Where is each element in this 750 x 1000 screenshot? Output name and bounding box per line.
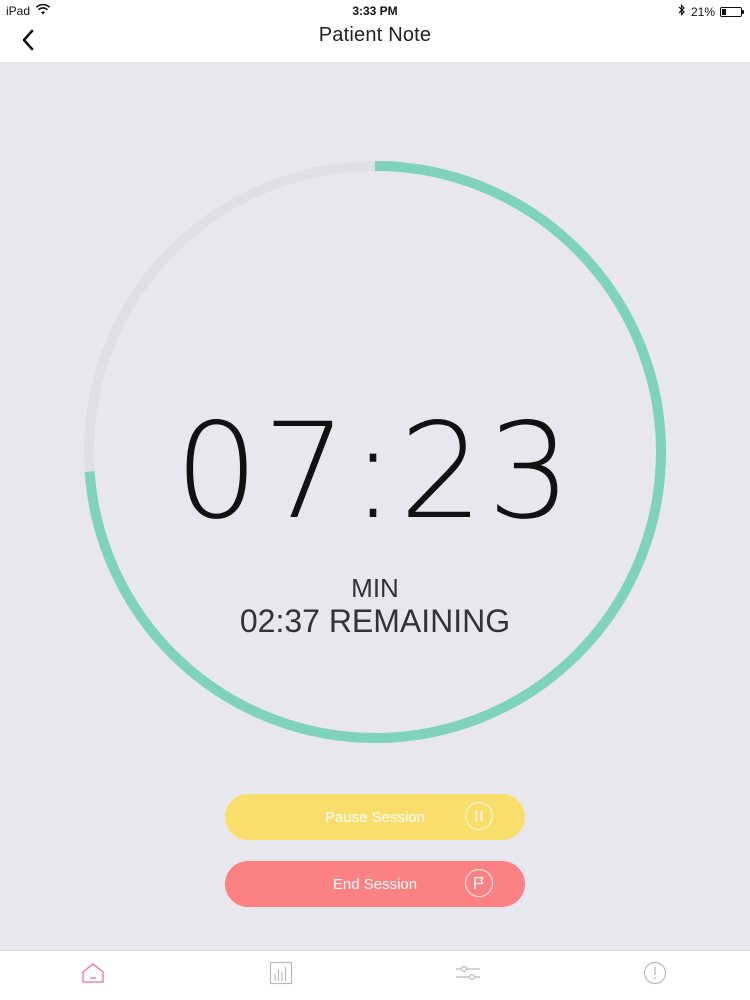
remaining-time: 02:37 REMAINING [239,603,511,639]
end-session-button[interactable]: End Session [225,861,525,907]
status-bar: iPad 3:33 PM 21% [0,0,750,22]
flag-icon [465,869,493,897]
tab-stats[interactable] [261,957,301,993]
tab-home[interactable] [73,957,113,993]
status-right: 21% [678,4,744,19]
elapsed-time: 07:23 [174,395,576,549]
page-title: Patient Note [318,24,432,46]
tab-info[interactable] [635,957,675,993]
time-unit-label: MIN [351,573,399,603]
nav-bar: Patient Note [0,22,750,63]
chart-icon [269,961,293,990]
info-icon [643,961,667,990]
pause-session-button[interactable]: Pause Session [225,794,525,840]
pause-icon [465,802,493,830]
battery-fill [722,8,726,15]
end-session-label: End Session [332,875,418,893]
tab-settings[interactable] [448,957,488,993]
home-icon [81,962,105,989]
battery-percent: 21% [690,4,715,19]
tab-bar [0,950,750,1000]
bluetooth-icon [678,4,686,19]
pause-session-label: Pause Session [324,808,426,826]
battery-icon [720,6,744,17]
status-time: 3:33 PM [352,4,398,18]
sliders-icon [455,963,481,988]
